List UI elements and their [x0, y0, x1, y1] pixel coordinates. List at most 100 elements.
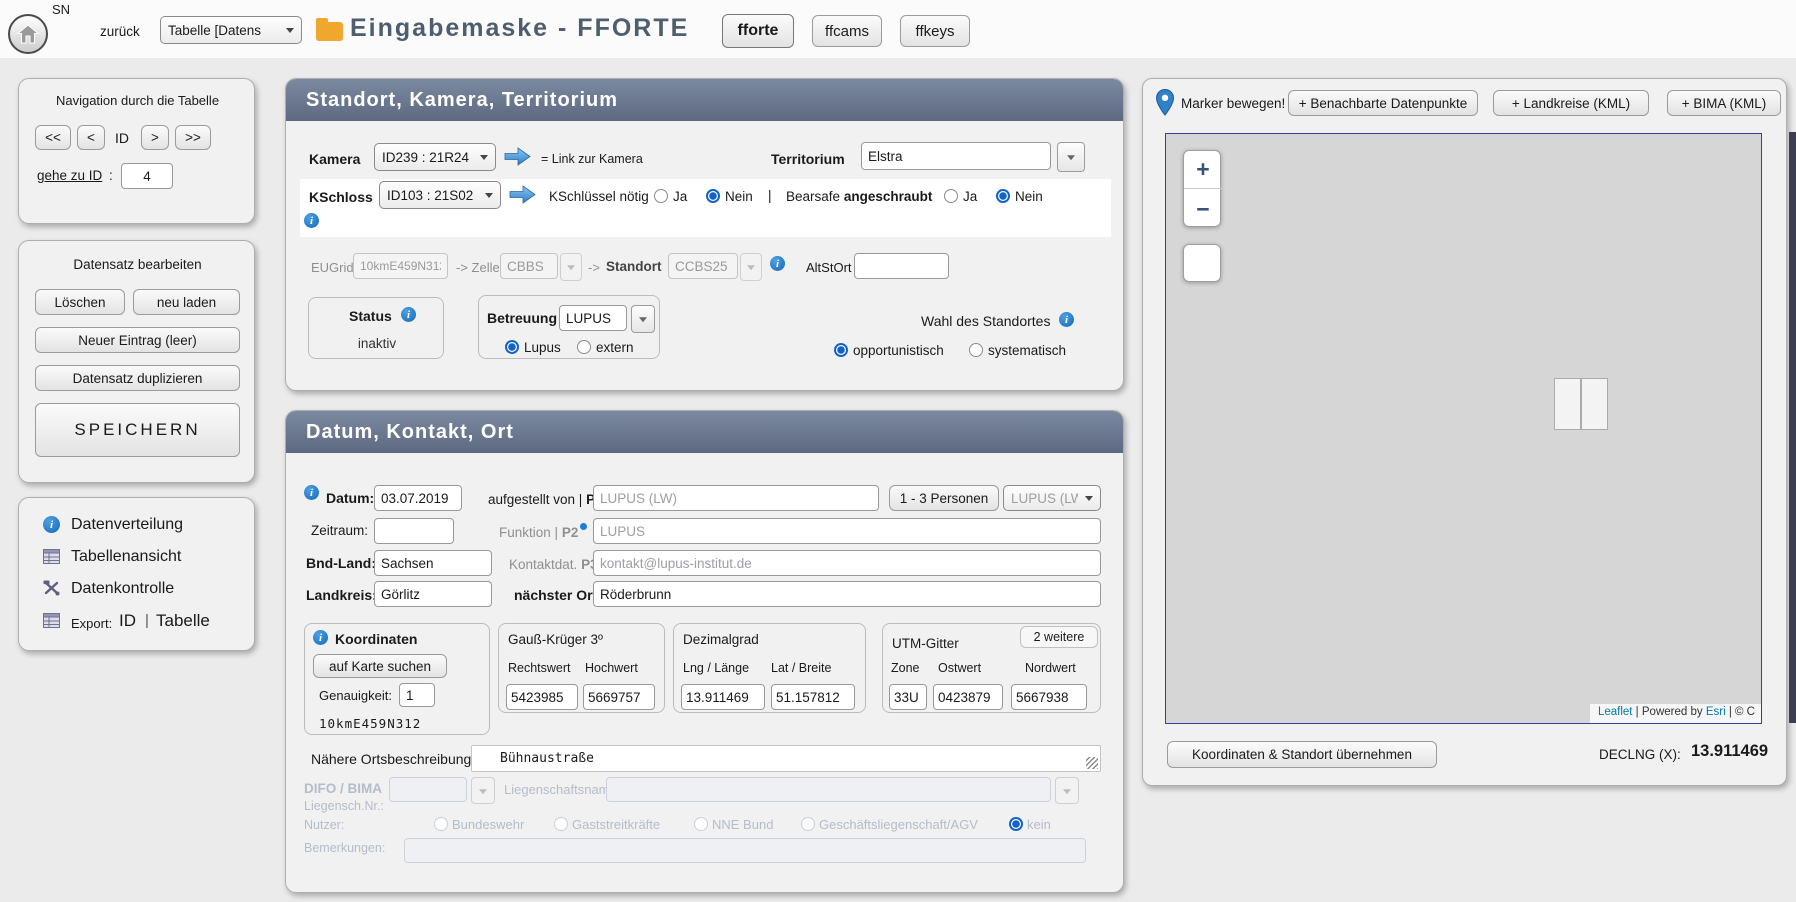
betreuung-lupus-radio[interactable] [505, 340, 519, 354]
goto-id-input[interactable] [121, 163, 173, 189]
utm-zone-input[interactable] [889, 684, 927, 710]
karte-suchen-button[interactable]: auf Karte suchen [313, 654, 447, 678]
koordinaten-box: Koordinaten auf Karte suchen Genauigkeit… [304, 623, 490, 735]
bima-kml-button[interactable]: + BIMA (KML) [1667, 90, 1781, 116]
kschluessel-nein-radio[interactable] [706, 189, 720, 203]
link-arrow-icon[interactable] [509, 185, 536, 209]
kschloss-select[interactable]: ID103 : 21S02 [379, 181, 501, 209]
ort-input[interactable] [593, 581, 1101, 607]
reload-button[interactable]: neu laden [133, 289, 240, 315]
difo-nutzer-label: Nutzer: [304, 818, 344, 832]
betreuung-input[interactable] [559, 305, 627, 331]
map-canvas[interactable]: + − Leaflet | Powered by Esri | © C [1165, 133, 1762, 724]
standort-panel: Standort, Kamera, Territorium Kamera ID2… [285, 78, 1124, 391]
kamera-link-hint: = Link zur Kamera [541, 152, 643, 166]
duplicate-button[interactable]: Datensatz duplizieren [35, 365, 240, 391]
goto-id-link[interactable]: gehe zu ID [37, 168, 102, 183]
table-select[interactable]: Tabelle [Datens [160, 16, 302, 44]
export-id-link[interactable]: ID [119, 611, 136, 631]
datum-input[interactable] [374, 485, 462, 511]
new-entry-button[interactable]: Neuer Eintrag (leer) [35, 327, 240, 353]
rechtswert-input[interactable] [506, 684, 578, 710]
systematisch-radio[interactable] [969, 343, 983, 357]
opportunistisch-label: opportunistisch [853, 343, 944, 358]
apply-coordinates-button[interactable]: Koordinaten & Standort übernehmen [1167, 741, 1437, 768]
datum-info-icon[interactable] [304, 485, 319, 500]
bnd-land-label: Bnd-Land: [306, 555, 376, 571]
landkreis-input[interactable] [374, 581, 492, 607]
leaflet-link[interactable]: Leaflet [1598, 706, 1633, 718]
standort-info-icon[interactable] [770, 256, 785, 271]
grid-ref-label: 10kmE459N312 [319, 716, 421, 731]
betreuung-extern-radio[interactable] [577, 340, 591, 354]
link-tabellenansicht[interactable]: Tabellenansicht [71, 548, 181, 566]
kschloss-info-icon[interactable] [304, 213, 319, 228]
export-tabelle-link[interactable]: Tabelle [156, 611, 210, 631]
p1-input[interactable] [593, 485, 879, 511]
back-link[interactable]: zurück [100, 24, 140, 39]
landkreise-kml-button[interactable]: + Landkreise (KML) [1493, 90, 1649, 116]
lat-input[interactable] [771, 684, 855, 710]
zeitraum-input[interactable] [374, 518, 454, 544]
wahl-info-icon[interactable] [1059, 312, 1074, 327]
betreuung-extern-label: extern [596, 340, 634, 355]
map-placeholder-tile [1581, 378, 1608, 430]
p2-info-dot[interactable] [580, 523, 587, 530]
lng-input[interactable] [681, 684, 765, 710]
altstort-input[interactable] [854, 253, 949, 279]
gauss-title: Gauß-Krüger 3º [508, 632, 603, 647]
standort-input [668, 253, 738, 279]
link-arrow-icon[interactable] [504, 147, 531, 171]
nutzer-kein-radio[interactable] [1009, 817, 1023, 831]
nav-next-button[interactable]: > [141, 125, 169, 150]
tab-fforte[interactable]: fforte [722, 14, 794, 48]
territorium-dropdown-button[interactable] [1057, 142, 1085, 172]
resize-handle[interactable] [1086, 757, 1098, 769]
home-button[interactable] [8, 14, 48, 54]
save-button[interactable]: SPEICHERN [35, 403, 240, 457]
link-datenverteilung[interactable]: Datenverteilung [71, 516, 183, 534]
personen-button[interactable]: 1 - 3 Personen [889, 485, 999, 511]
link-datenkontrolle[interactable]: Datenkontrolle [71, 580, 174, 598]
zoom-control: + − [1183, 150, 1221, 227]
zeitraum-label: Zeitraum: [311, 523, 368, 538]
p2-input[interactable] [593, 518, 1101, 544]
territorium-input[interactable] [861, 142, 1051, 170]
esri-link[interactable]: Esri [1706, 706, 1726, 718]
koordinaten-info-icon[interactable] [313, 630, 328, 645]
bnd-land-input[interactable] [374, 550, 492, 576]
delete-button[interactable]: Löschen [35, 289, 125, 315]
bearsafe-ja-radio[interactable] [944, 189, 958, 203]
benachbarte-datenpunkte-button[interactable]: + Benachbarte Datenpunkte [1288, 90, 1478, 116]
home-icon [17, 24, 39, 44]
orts-textarea[interactable]: Bühnaustraße [471, 745, 1101, 772]
p3-input[interactable] [593, 550, 1101, 576]
opportunistisch-radio[interactable] [834, 343, 848, 357]
tab-ffkeys[interactable]: ffkeys [900, 15, 970, 47]
bearsafe-nein-radio[interactable] [996, 189, 1010, 203]
sn-label: SN [52, 2, 70, 17]
zoom-in-button[interactable]: + [1184, 151, 1222, 189]
standort-arrow-label: -> [588, 260, 600, 275]
vertical-scrollbar[interactable] [1789, 132, 1796, 723]
hochwert-input[interactable] [583, 684, 655, 710]
kamera-select[interactable]: ID239 : 21R24 [374, 143, 496, 171]
genauigkeit-input[interactable] [399, 683, 435, 707]
nav-prev-button[interactable]: < [77, 125, 105, 150]
p1-select[interactable]: LUPUS (LW [1003, 485, 1101, 511]
export-label: Export: [71, 616, 112, 631]
dezimal-col1: Lng / Länge [683, 661, 749, 675]
utm-more-button[interactable]: 2 weitere [1020, 626, 1098, 648]
utm-ostwert-input[interactable] [933, 684, 1003, 710]
zelle-arrow-label: -> Zelle [456, 260, 500, 275]
betreuung-dropdown-button[interactable] [631, 305, 655, 333]
zoom-out-button[interactable]: − [1184, 190, 1222, 228]
utm-nordwert-input[interactable] [1011, 684, 1087, 710]
map-layers-button[interactable] [1183, 244, 1221, 282]
tab-ffcams[interactable]: ffcams [812, 15, 882, 47]
status-info-icon[interactable] [401, 307, 416, 322]
nav-first-button[interactable]: << [35, 125, 71, 150]
kschluessel-ja-radio[interactable] [654, 189, 668, 203]
standort-label: Standort [606, 259, 662, 274]
nav-last-button[interactable]: >> [175, 125, 211, 150]
